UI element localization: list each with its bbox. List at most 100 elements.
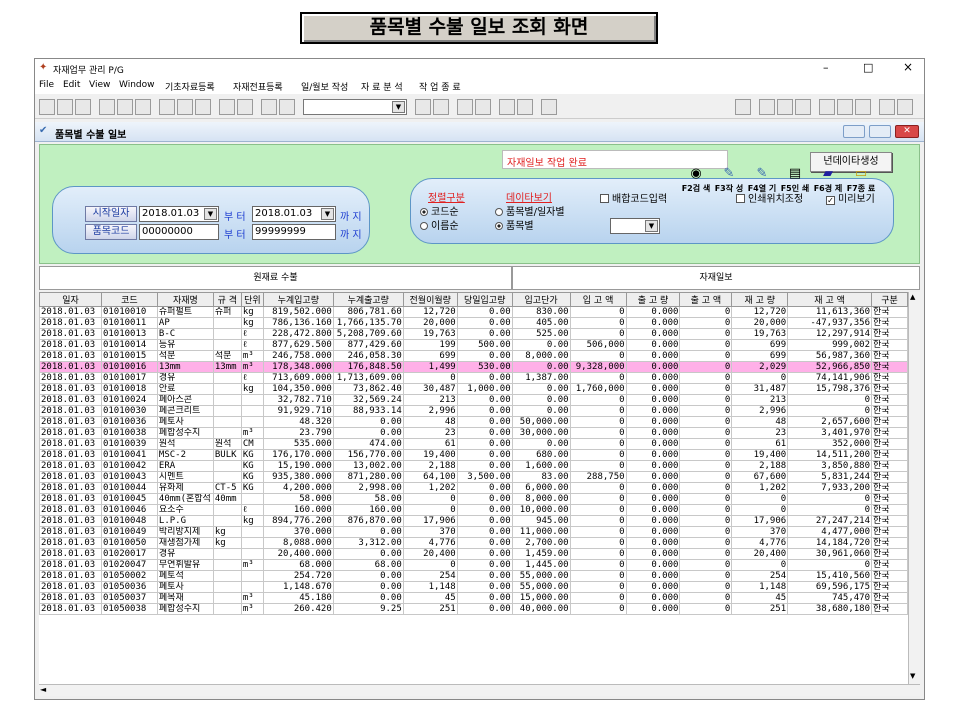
column-header[interactable]: 자재명: [156, 292, 214, 307]
column-header[interactable]: 전월이월량: [402, 292, 458, 307]
chevron-down-icon[interactable]: ▼: [645, 220, 658, 232]
child-minimize-button[interactable]: [843, 125, 865, 138]
column-header[interactable]: 당일입고량: [456, 292, 513, 307]
f4-open-button[interactable]: ✎ F4열 기: [746, 165, 778, 199]
replace-icon[interactable]: [475, 99, 491, 115]
column-header[interactable]: 재 고 량: [731, 292, 789, 307]
column-header[interactable]: 출 고 액: [679, 292, 733, 307]
vertical-scrollbar[interactable]: ▲ ▼: [908, 292, 920, 684]
table-row[interactable]: 2018.01.03 01010011 AP kg 786,136.160 1,766,1…: [39, 317, 908, 329]
table-row[interactable]: 2018.01.03 01010050 재생첨가제 kg 8,088.000 3,312.…: [39, 537, 908, 549]
table-row[interactable]: 2018.01.03 01020017 경유 20,400.000 0.00 20,400…: [39, 548, 908, 560]
maximize-button[interactable]: □: [863, 61, 873, 74]
form-icon[interactable]: [777, 99, 793, 115]
chevron-down-icon[interactable]: ▼: [392, 101, 405, 113]
menu-file[interactable]: File: [39, 80, 54, 90]
menu-voucher[interactable]: 자재전표등록: [233, 80, 283, 93]
column-header[interactable]: 입고단가: [511, 292, 571, 307]
column-header[interactable]: 누계입고량: [262, 292, 334, 307]
window-icon[interactable]: [759, 99, 775, 115]
table-row[interactable]: 2018.01.03 01010016 13mm 13mm m³ 178,348.000 1…: [39, 361, 908, 373]
menu-view[interactable]: View: [89, 80, 110, 90]
scroll-up-icon[interactable]: ▲: [910, 293, 915, 301]
menu-basic-data[interactable]: 기초자료등록: [165, 80, 215, 93]
help-icon[interactable]: [541, 99, 557, 115]
sort-code-radio[interactable]: 코드순: [420, 203, 459, 218]
table-row[interactable]: 2018.01.03 01050036 폐토사 1,148.670 0.00 1,148 0…: [39, 581, 908, 593]
find-icon[interactable]: [457, 99, 473, 115]
f3-create-button[interactable]: ✎ F3작 성: [713, 165, 745, 199]
table-row[interactable]: 2018.01.03 01010018 안료 kg 104,350.000 73,862.…: [39, 383, 908, 395]
table-row[interactable]: 2018.01.03 01010046 요소수 ℓ 160.000 160.00 0 0.00…: [39, 504, 908, 516]
redo-icon[interactable]: [237, 99, 253, 115]
table-row[interactable]: 2018.01.03 01010036 폐토사 48.320 0.00 48 0.00 50,…: [39, 416, 908, 428]
triangle-icon[interactable]: [879, 99, 895, 115]
menu-window[interactable]: Window: [119, 80, 155, 90]
table-row[interactable]: 2018.01.03 01010039 원석 원석 CM 535.000 474.00 61 0…: [39, 438, 908, 450]
chevron-down-icon[interactable]: ▼: [204, 208, 217, 220]
table-row[interactable]: 2018.01.03 01010045 40mm(혼합석 40mm 58.000 58.0…: [39, 493, 908, 505]
table-row[interactable]: 2018.01.03 01050037 폐목재 m³ 45.180 0.00 45 0.00 1…: [39, 592, 908, 604]
column-header[interactable]: 코드: [100, 292, 158, 307]
table-row[interactable]: 2018.01.03 01010030 폐콘크리트 91,929.710 88,933.…: [39, 405, 908, 417]
menu-exit[interactable]: 작 업 종 료: [419, 80, 461, 93]
end-date-input[interactable]: 2018.01.03 ▼: [252, 206, 336, 222]
setting-icon[interactable]: [819, 99, 835, 115]
save-icon[interactable]: [75, 99, 91, 115]
f2-search-button[interactable]: ◉ F2검 색: [680, 165, 712, 199]
cut-icon[interactable]: [159, 99, 175, 115]
table-icon[interactable]: [415, 99, 431, 115]
open-icon[interactable]: [57, 99, 73, 115]
alert-icon[interactable]: [261, 99, 277, 115]
table-row[interactable]: 2018.01.03 01010044 유화제 CT-5 KG 4,200.000 2,99…: [39, 482, 908, 494]
column-header[interactable]: 단위: [240, 292, 264, 307]
start-date-input[interactable]: 2018.01.03 ▼: [139, 206, 219, 222]
table-row[interactable]: 2018.01.03 01010013 B-C ℓ 228,472.800 5,208,7…: [39, 328, 908, 340]
paste-icon[interactable]: [195, 99, 211, 115]
table-row[interactable]: 2018.01.03 01010048 L.P.G kg 894,776.200 876,…: [39, 515, 908, 527]
table-row[interactable]: 2018.01.03 01010043 시멘트 KG 935,380.000 871,28…: [39, 471, 908, 483]
f7-exit-button[interactable]: ▭ F7종 료: [845, 165, 877, 199]
table-row[interactable]: 2018.01.03 01010015 석분 석분 m³ 246,758.000 246,0…: [39, 350, 908, 362]
table-row[interactable]: 2018.01.03 01010024 폐아스콘 32,782.710 32,569.2…: [39, 394, 908, 406]
f6-settle-button[interactable]: ▰ F6경 제: [812, 165, 844, 199]
menu-analysis[interactable]: 자 료 분 석: [361, 80, 403, 93]
chart-icon[interactable]: [279, 99, 295, 115]
scroll-left-icon[interactable]: ◄: [40, 685, 46, 694]
table-row[interactable]: 2018.01.03 01010010 슈퍼펄트 슈퍼 kg 819,502.000 806…: [39, 306, 908, 318]
child-close-button[interactable]: ✕: [895, 125, 919, 138]
close-button[interactable]: ×: [903, 60, 913, 74]
spell-icon[interactable]: [135, 99, 151, 115]
print-icon[interactable]: [99, 99, 115, 115]
view-item-radio[interactable]: 품목별: [495, 217, 534, 232]
child-restore-button[interactable]: [869, 125, 891, 138]
chart2-icon[interactable]: [897, 99, 913, 115]
menu-report[interactable]: 일/월보 작성: [301, 80, 348, 93]
preview-icon[interactable]: [117, 99, 133, 115]
page-icon[interactable]: [855, 99, 871, 115]
column-header[interactable]: 출 고 량: [625, 292, 681, 307]
copy-icon[interactable]: [177, 99, 193, 115]
f5-print-button[interactable]: ▤ F5인 쇄: [779, 165, 811, 199]
option-combo[interactable]: ▼: [610, 218, 660, 234]
table-row[interactable]: 2018.01.03 01010042 ERA KG 15,190.000 13,002.…: [39, 460, 908, 472]
table-row[interactable]: 2018.01.03 01050038 폐합성수지 m³ 260.420 9.25 251 0…: [39, 603, 908, 615]
column-header[interactable]: 일자: [39, 292, 102, 307]
table-row[interactable]: 2018.01.03 01010049 박리방지제 kg 370.000 0.00 370 0…: [39, 526, 908, 538]
menu-edit[interactable]: Edit: [63, 80, 80, 90]
table-row[interactable]: 2018.01.03 01010014 등유 ℓ 877,629.500 877,429.…: [39, 339, 908, 351]
mail-icon[interactable]: [499, 99, 515, 115]
table-row[interactable]: 2018.01.03 01010017 경유 ℓ 713,609.000 1,713,60…: [39, 372, 908, 384]
chevron-down-icon[interactable]: ▼: [321, 208, 334, 220]
column-header[interactable]: 규 격: [212, 292, 242, 307]
undo-icon[interactable]: [219, 99, 235, 115]
table-row[interactable]: 2018.01.03 01020047 무연휘발유 m³ 68.000 68.00 0 0.0…: [39, 559, 908, 571]
image-icon[interactable]: [433, 99, 449, 115]
table-row[interactable]: 2018.01.03 01010041 MSC-2 BULK KG 176,170.000…: [39, 449, 908, 461]
item-code-from-input[interactable]: 00000000: [139, 224, 219, 240]
new-icon[interactable]: [39, 99, 55, 115]
doc-icon[interactable]: [517, 99, 533, 115]
column-header[interactable]: 누계출고량: [332, 292, 404, 307]
toolbar-combo[interactable]: ▼: [303, 99, 407, 115]
column-header[interactable]: 구분: [871, 292, 908, 307]
